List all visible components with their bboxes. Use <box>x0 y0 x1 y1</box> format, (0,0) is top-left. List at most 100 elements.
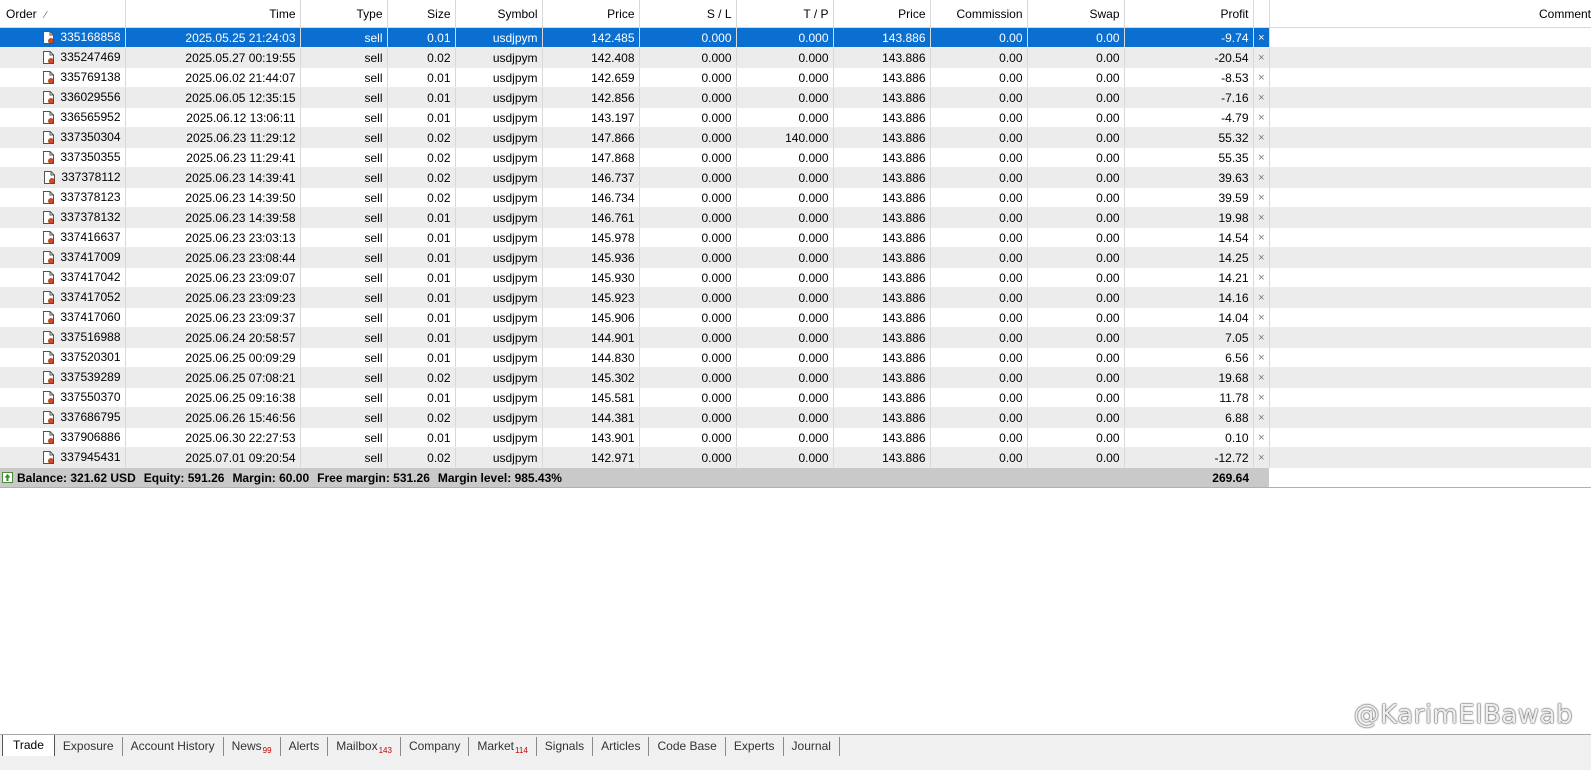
order-cell[interactable]: 336029556 <box>0 87 126 108</box>
close-position-icon[interactable]: × <box>1253 247 1270 268</box>
order-cell[interactable]: 337350355 <box>0 147 126 168</box>
col-header-type[interactable]: Type <box>300 0 388 28</box>
close-position-icon[interactable]: × <box>1253 307 1270 328</box>
order-cell[interactable]: 337378123 <box>0 187 126 208</box>
price-cell: 143.901 <box>542 427 640 448</box>
order-cell[interactable]: 335247469 <box>0 47 126 68</box>
tab-mailbox[interactable]: Mailbox143 <box>328 737 401 757</box>
close-position-icon[interactable]: × <box>1253 447 1270 468</box>
table-row[interactable]: 335168858 2025.05.25 21:24:03 sell 0.01 usdj… <box>0 27 1591 48</box>
table-row[interactable]: 335769138 2025.06.02 21:44:07 sell 0.01 usdj… <box>0 67 1591 88</box>
table-row[interactable]: 337417009 2025.06.23 23:08:44 sell 0.01 usdj… <box>0 247 1591 268</box>
close-position-icon[interactable]: × <box>1253 427 1270 448</box>
close-position-icon[interactable]: × <box>1253 27 1270 48</box>
order-cell[interactable]: 337378132 <box>0 207 126 228</box>
table-row[interactable]: 337686795 2025.06.26 15:46:56 sell 0.02 usdj… <box>0 407 1591 428</box>
order-cell[interactable]: 337539289 <box>0 367 126 388</box>
table-row[interactable]: 336029556 2025.06.05 12:35:15 sell 0.01 usdj… <box>0 87 1591 108</box>
close-position-icon[interactable]: × <box>1253 267 1270 288</box>
order-cell[interactable]: 337520301 <box>0 347 126 368</box>
close-position-icon[interactable]: × <box>1253 147 1270 168</box>
close-position-icon[interactable]: × <box>1253 207 1270 228</box>
col-header-order[interactable]: Order ⁄ <box>0 0 126 28</box>
order-cell[interactable]: 337516988 <box>0 327 126 348</box>
table-row[interactable]: 337378123 2025.06.23 14:39:50 sell 0.02 usdj… <box>0 187 1591 208</box>
col-header-size[interactable]: Size <box>387 0 456 28</box>
order-cell[interactable]: 337906886 <box>0 427 126 448</box>
close-position-icon[interactable]: × <box>1253 287 1270 308</box>
sell-order-document-icon <box>43 390 55 404</box>
tab-market[interactable]: Market114 <box>469 737 537 757</box>
type-cell: sell <box>300 287 388 308</box>
table-row[interactable]: 337550370 2025.06.25 09:16:38 sell 0.01 usdj… <box>0 387 1591 408</box>
order-cell[interactable]: 337417060 <box>0 307 126 328</box>
table-row[interactable]: 337378132 2025.06.23 14:39:58 sell 0.01 usdj… <box>0 207 1591 228</box>
order-cell[interactable]: 336565952 <box>0 107 126 128</box>
table-row[interactable]: 337416637 2025.06.23 23:03:13 sell 0.01 usdj… <box>0 227 1591 248</box>
order-cell[interactable]: 337417052 <box>0 287 126 308</box>
order-cell[interactable]: 337417009 <box>0 247 126 268</box>
time-cell: 2025.06.05 12:35:15 <box>125 87 301 108</box>
col-header-profit[interactable]: Profit <box>1124 0 1254 28</box>
order-cell[interactable]: 335769138 <box>0 67 126 88</box>
tab-alerts[interactable]: Alerts <box>281 737 329 757</box>
table-row[interactable]: 337350304 2025.06.23 11:29:12 sell 0.02 usdj… <box>0 127 1591 148</box>
col-header-tp[interactable]: T / P <box>736 0 834 28</box>
order-cell[interactable]: 337945431 <box>0 447 126 468</box>
col-header-time[interactable]: Time <box>125 0 301 28</box>
col-header-commission[interactable]: Commission <box>930 0 1028 28</box>
col-header-symbol[interactable]: Symbol <box>455 0 543 28</box>
table-row[interactable]: 337417060 2025.06.23 23:09:37 sell 0.01 usdj… <box>0 307 1591 328</box>
close-position-icon[interactable]: × <box>1253 47 1270 68</box>
order-number: 335168858 <box>60 30 121 45</box>
order-cell[interactable]: 337378112 <box>0 167 126 188</box>
tab-company[interactable]: Company <box>401 737 470 757</box>
tab-trade[interactable]: Trade <box>2 735 55 757</box>
col-header-sl[interactable]: S / L <box>639 0 737 28</box>
close-position-icon[interactable]: × <box>1253 107 1270 128</box>
order-cell[interactable]: 337550370 <box>0 387 126 408</box>
table-row[interactable]: 335247469 2025.05.27 00:19:55 sell 0.02 usdj… <box>0 47 1591 68</box>
table-row[interactable]: 337945431 2025.07.01 09:20:54 sell 0.02 usdj… <box>0 447 1591 468</box>
close-position-icon[interactable]: × <box>1253 87 1270 108</box>
tab-experts[interactable]: Experts <box>726 737 784 757</box>
close-position-icon[interactable]: × <box>1253 387 1270 408</box>
tab-news[interactable]: News99 <box>224 737 281 757</box>
close-position-icon[interactable]: × <box>1253 327 1270 348</box>
tab-code-base[interactable]: Code Base <box>649 737 726 757</box>
col-header-swap[interactable]: Swap <box>1027 0 1125 28</box>
tab-articles[interactable]: Articles <box>593 737 650 757</box>
order-cell[interactable]: 337350304 <box>0 127 126 148</box>
table-row[interactable]: 337378112 2025.06.23 14:39:41 sell 0.02 usdj… <box>0 167 1591 188</box>
close-position-icon[interactable]: × <box>1253 187 1270 208</box>
table-row[interactable]: 337516988 2025.06.24 20:58:57 sell 0.01 usdj… <box>0 327 1591 348</box>
close-position-icon[interactable]: × <box>1253 167 1270 188</box>
order-cell[interactable]: 337416637 <box>0 227 126 248</box>
close-position-icon[interactable]: × <box>1253 67 1270 88</box>
tp-cell: 0.000 <box>736 427 834 448</box>
tab-journal[interactable]: Journal <box>784 737 840 757</box>
order-cell[interactable]: 337417042 <box>0 267 126 288</box>
tab-account-history[interactable]: Account History <box>123 737 224 757</box>
close-position-icon[interactable]: × <box>1253 407 1270 428</box>
tab-exposure[interactable]: Exposure <box>55 737 123 757</box>
close-position-icon[interactable]: × <box>1253 347 1270 368</box>
table-row[interactable]: 337539289 2025.06.25 07:08:21 sell 0.02 usdj… <box>0 367 1591 388</box>
order-cell[interactable]: 335168858 <box>0 27 126 48</box>
table-row[interactable]: 337417052 2025.06.23 23:09:23 sell 0.01 usdj… <box>0 287 1591 308</box>
tab-signals[interactable]: Signals <box>537 737 594 757</box>
close-position-icon[interactable]: × <box>1253 367 1270 388</box>
table-row[interactable]: 337520301 2025.06.25 00:09:29 sell 0.01 usdj… <box>0 347 1591 368</box>
col-header-comment[interactable]: Comment <box>1269 0 1591 28</box>
close-position-icon[interactable]: × <box>1253 127 1270 148</box>
sl-cell: 0.000 <box>639 167 737 188</box>
col-header-price[interactable]: Price <box>542 0 640 28</box>
table-row[interactable]: 336565952 2025.06.12 13:06:11 sell 0.01 usdj… <box>0 107 1591 128</box>
col-header-current-price[interactable]: Price <box>833 0 931 28</box>
price2-cell: 143.886 <box>833 147 931 168</box>
close-position-icon[interactable]: × <box>1253 227 1270 248</box>
table-row[interactable]: 337350355 2025.06.23 11:29:41 sell 0.02 usdj… <box>0 147 1591 168</box>
order-cell[interactable]: 337686795 <box>0 407 126 428</box>
table-row[interactable]: 337417042 2025.06.23 23:09:07 sell 0.01 usdj… <box>0 267 1591 288</box>
table-row[interactable]: 337906886 2025.06.30 22:27:53 sell 0.01 usdj… <box>0 427 1591 448</box>
